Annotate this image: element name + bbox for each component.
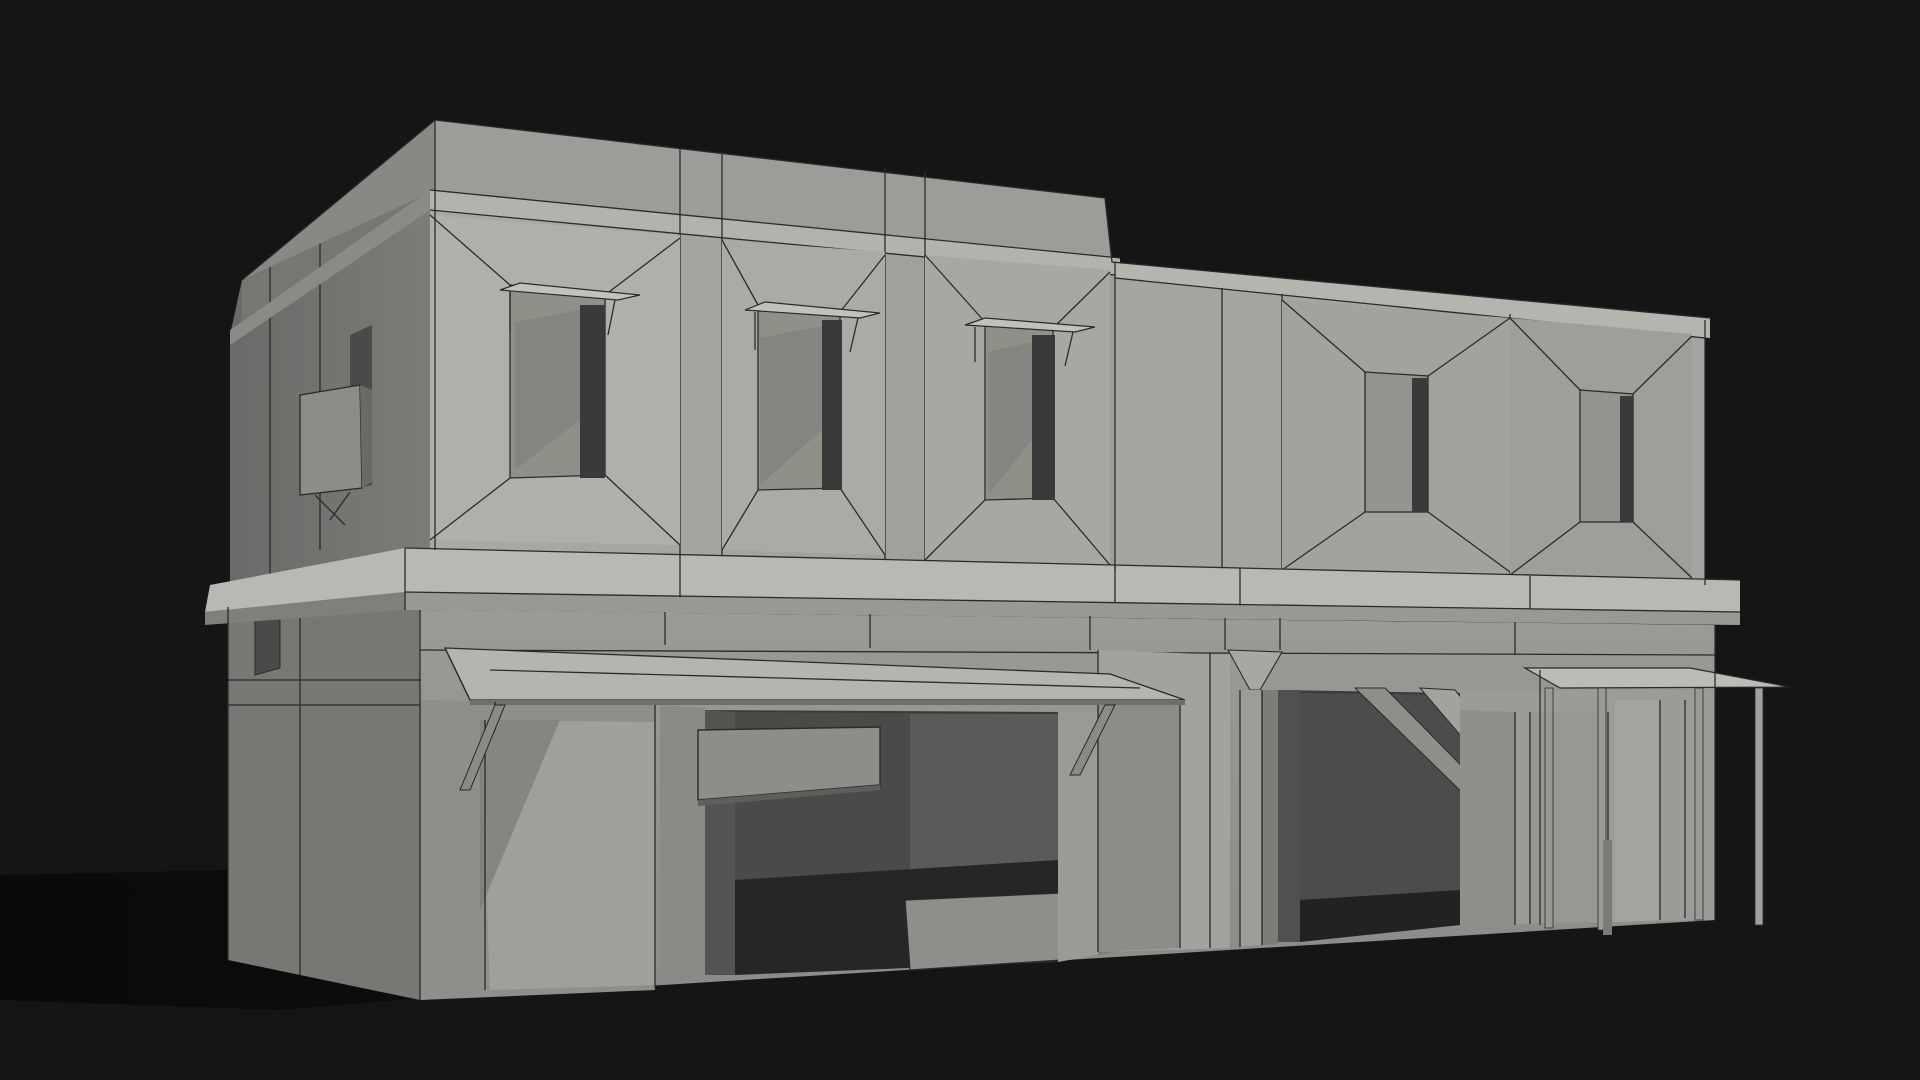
window-bay-4 <box>1281 299 1511 573</box>
window-bay-3 <box>924 254 1111 566</box>
window-bay-5 <box>1509 317 1693 579</box>
window-bay-2 <box>721 239 886 556</box>
shopfront-left-wall <box>420 700 656 1000</box>
ground-board <box>904 892 1066 971</box>
window-bay-1 <box>429 214 681 546</box>
building-render-canvas <box>0 119 1791 1010</box>
shopfront-right <box>1460 690 1715 925</box>
